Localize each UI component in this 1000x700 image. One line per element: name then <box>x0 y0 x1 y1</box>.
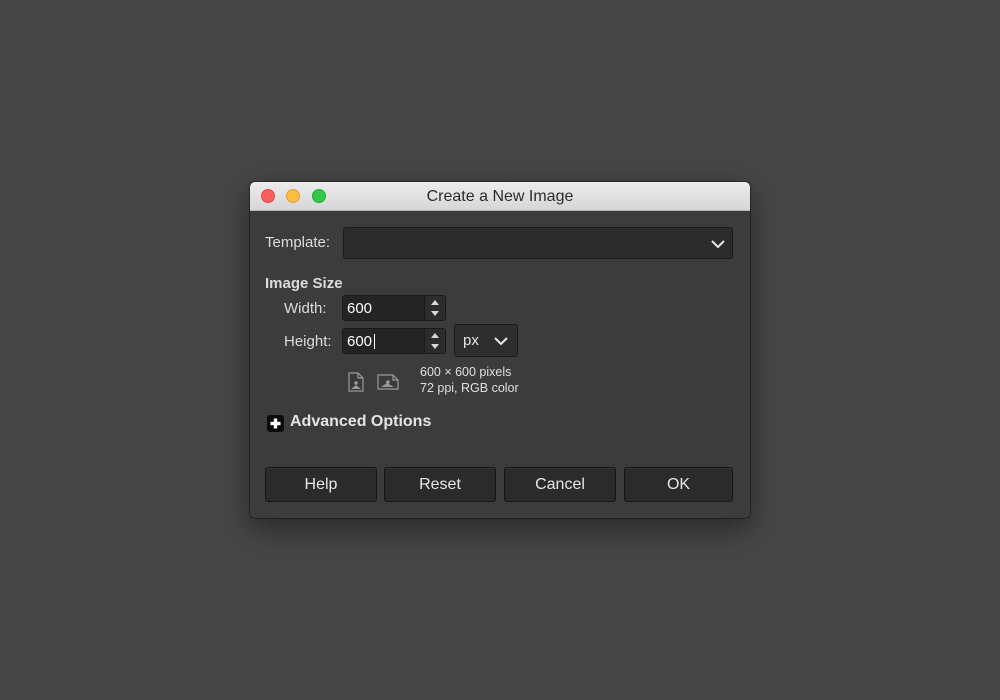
portrait-orientation-icon[interactable] <box>348 372 364 392</box>
help-button[interactable]: Help <box>265 467 377 502</box>
template-label: Template: <box>265 234 331 251</box>
plus-icon[interactable] <box>267 415 284 432</box>
image-size-heading: Image Size <box>265 275 343 292</box>
expander-plus-glyph <box>270 418 281 429</box>
image-resolution-info: 72 ppi, RGB color <box>420 381 519 395</box>
arrow-up-icon <box>431 333 439 338</box>
width-decrement-button[interactable] <box>425 308 445 320</box>
width-increment-button[interactable] <box>425 296 445 308</box>
height-value: 600 <box>347 333 373 350</box>
landscape-orientation-icon[interactable] <box>377 374 399 390</box>
height-increment-button[interactable] <box>425 329 445 341</box>
window-title: Create a New Image <box>426 188 574 205</box>
title-bar[interactable]: Create a New Image <box>250 182 750 211</box>
height-spinbutton[interactable]: 600 <box>342 328 446 354</box>
unit-value: px <box>463 332 479 349</box>
height-spin-buttons <box>424 329 445 353</box>
width-value: 600 <box>347 300 373 317</box>
width-spin-buttons <box>424 296 445 320</box>
advanced-options-expander[interactable]: Advanced Options <box>290 413 431 431</box>
reset-button[interactable]: Reset <box>384 467 496 502</box>
arrow-down-icon <box>431 311 439 316</box>
image-size-info: 600 × 600 pixels <box>420 365 512 379</box>
template-dropdown[interactable] <box>343 227 733 259</box>
height-label: Height: <box>284 333 332 350</box>
text-cursor <box>374 334 375 349</box>
height-decrement-button[interactable] <box>425 341 445 353</box>
chevron-down-icon <box>711 240 725 249</box>
cancel-button[interactable]: Cancel <box>504 467 616 502</box>
width-spinbutton[interactable]: 600 <box>342 295 446 321</box>
unit-dropdown[interactable]: px <box>454 324 518 357</box>
arrow-up-icon <box>431 300 439 305</box>
ok-button[interactable]: OK <box>624 467 733 502</box>
new-image-dialog: Create a New Image Template: Image Size … <box>250 182 750 518</box>
width-label: Width: <box>284 300 327 317</box>
arrow-down-icon <box>431 344 439 349</box>
chevron-down-icon <box>494 337 508 346</box>
